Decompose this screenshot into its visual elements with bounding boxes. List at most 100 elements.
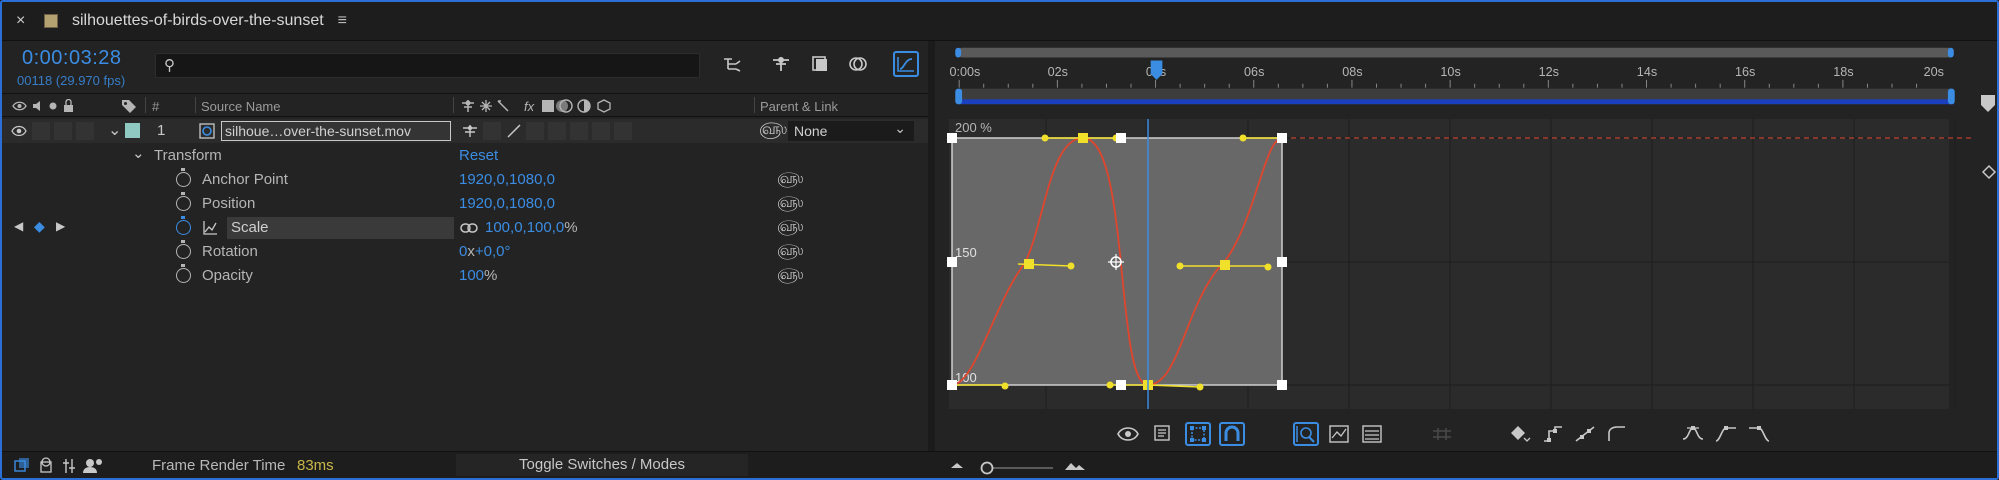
zoom-slider-thumb [980,461,994,475]
scale-row: ◀ ◆ ▶ Scale 100,0,100,0% ௵ [2,216,928,240]
quality-switch-icon[interactable] [505,122,523,140]
opacity-value[interactable]: 100% [459,267,497,284]
column-fx-label: fx [524,99,535,114]
panel-divider[interactable] [928,41,935,451]
position-value[interactable]: 1920,0,1080,0 [459,195,555,212]
separate-dimensions-icon[interactable] [1429,422,1455,446]
position-pick-whip-icon[interactable]: ௵ [777,194,803,213]
column-parent-link-label[interactable]: Parent & Link [760,99,838,114]
graph-toggle-icon[interactable] [202,220,218,236]
layer-search-input[interactable]: ⚲ [155,53,700,78]
zoom-slider[interactable] [947,457,1097,475]
graph-editor-toolbar [935,414,1997,450]
show-properties-eye-icon[interactable] [1115,422,1141,446]
column-source-name-label[interactable]: Source Name [201,99,280,114]
transform-box-toggle-icon[interactable] [1185,422,1211,446]
solo-switch[interactable] [54,122,72,140]
graph-type-options-icon[interactable] [1151,422,1177,446]
column-separator [145,97,146,113]
motion-blur-icon[interactable] [845,51,871,77]
opacity-row: Opacity 100% ௵ [2,264,928,288]
scale-pick-whip-icon[interactable]: ௵ [777,218,803,237]
zoom-in-icon [1065,463,1085,470]
transform-reset-link[interactable]: Reset [459,147,498,164]
fit-selection-icon[interactable] [1326,422,1352,446]
video-visibility-eye-icon[interactable] [11,124,27,138]
audio-switch[interactable] [32,122,50,140]
parent-select[interactable]: None [788,118,914,141]
pick-whip-icon[interactable]: ௵ [759,120,787,140]
edit-selected-keyframes-icon[interactable] [1507,422,1533,446]
zoom-out-icon [951,463,963,468]
lock-switch[interactable] [76,122,94,140]
rotation-stopwatch-icon[interactable] [176,240,191,259]
anchor-pick-whip-icon[interactable]: ௵ [777,170,803,189]
convert-to-hold-icon[interactable] [1540,422,1566,446]
transform-group-row[interactable]: ⌄ Transform Reset [2,144,928,168]
frame-blend-switch[interactable] [548,122,566,140]
adjustment-switch[interactable] [592,122,610,140]
rotation-row: Rotation 0x+0,0° ௵ [2,240,928,264]
opacity-stopwatch-icon[interactable] [176,264,191,283]
snap-magnet-icon[interactable] [1219,422,1245,446]
collapse-switch[interactable] [483,122,501,140]
layer-collapse-chevron-icon[interactable]: ⌄ [108,120,121,140]
opacity-unit: % [484,267,498,284]
draft-3d-icon[interactable] [768,51,794,77]
close-tab-icon[interactable]: × [16,12,30,30]
column-number-label: # [152,99,160,114]
constrain-proportions-link-icon[interactable] [460,223,478,233]
rotation-x: x [467,243,475,260]
y-axis-label-150: 150 [955,245,977,260]
current-time-display[interactable]: 0:00:03:28 [22,47,122,70]
column-separator [453,97,454,113]
composition-icon [44,14,58,28]
layer-name-field[interactable]: silhoue…over-the-sunset.mov [221,121,451,141]
rotation-pick-whip-icon[interactable]: ௵ [777,242,803,261]
rotation-label: Rotation [202,243,258,260]
previous-keyframe-icon[interactable]: ◀ [14,219,23,233]
rotation-value[interactable]: 0x+0,0° [459,243,510,260]
transform-chevron-icon[interactable]: ⌄ [132,144,145,162]
position-label: Position [202,195,256,212]
panel-menu-icon[interactable]: ≡ [338,12,347,30]
easy-ease-icon[interactable] [1680,422,1706,446]
value-graph[interactable]: 200 % 150 100 [935,41,1975,413]
layer-row[interactable]: ⌄ 1 silhoue…over-the-sunset.mov ௵ None [2,118,928,143]
layer-column-header: # Source Name fx Parent & Link [2,93,928,117]
position-stopwatch-icon[interactable] [176,192,191,211]
frame-blending-icon[interactable] [807,51,833,77]
composition-mini-flowchart-icon[interactable] [720,51,746,77]
opacity-pick-whip-icon[interactable]: ௵ [777,266,803,285]
scale-value[interactable]: 100,0,100,0% [485,219,578,236]
footage-icon [199,123,215,139]
anchor-stopwatch-icon[interactable] [176,168,191,187]
anchor-point-value[interactable]: 1920,0,1080,0 [459,171,555,188]
3d-layer-switch[interactable] [614,122,632,140]
graph-editor-toggle-icon[interactable] [893,51,919,77]
layer-label-color[interactable] [125,123,140,138]
shy-switch-icon[interactable] [462,124,478,138]
scale-stopwatch-icon[interactable] [176,216,191,235]
graph-editor-panel: 0:00s02s04s06s08s10s12s14s16s18s20s 200 … [935,41,1997,451]
position-row: Position 1920,0,1080,0 ௵ [2,192,928,216]
add-keyframe-diamond-icon[interactable]: ◆ [34,218,45,235]
composition-title[interactable]: silhouettes-of-birds-over-the-sunset [72,12,324,30]
effect-switch[interactable] [526,122,544,140]
motion-blur-switch[interactable] [570,122,588,140]
easy-ease-in-icon[interactable] [1713,422,1739,446]
graph-scroll-handles[interactable] [1979,95,1997,185]
status-toggle-icons[interactable] [14,457,114,475]
toggle-switches-modes-button[interactable]: Toggle Switches / Modes [456,454,748,476]
fit-all-graphs-icon[interactable] [1359,422,1385,446]
status-bar: Frame Render Time 83ms Toggle Switches /… [2,451,1997,478]
column-separator [754,97,755,113]
convert-to-auto-bezier-icon[interactable] [1604,422,1630,446]
anchor-point-row: Anchor Point 1920,0,1080,0 ௵ [2,168,928,192]
composition-tab[interactable]: × silhouettes-of-birds-over-the-sunset ≡ [2,2,1997,40]
auto-zoom-height-icon[interactable] [1293,422,1319,446]
next-keyframe-icon[interactable]: ▶ [56,219,65,233]
easy-ease-out-icon[interactable] [1746,422,1772,446]
convert-to-linear-icon[interactable] [1572,422,1598,446]
scale-label-highlight[interactable]: Scale [227,217,454,239]
